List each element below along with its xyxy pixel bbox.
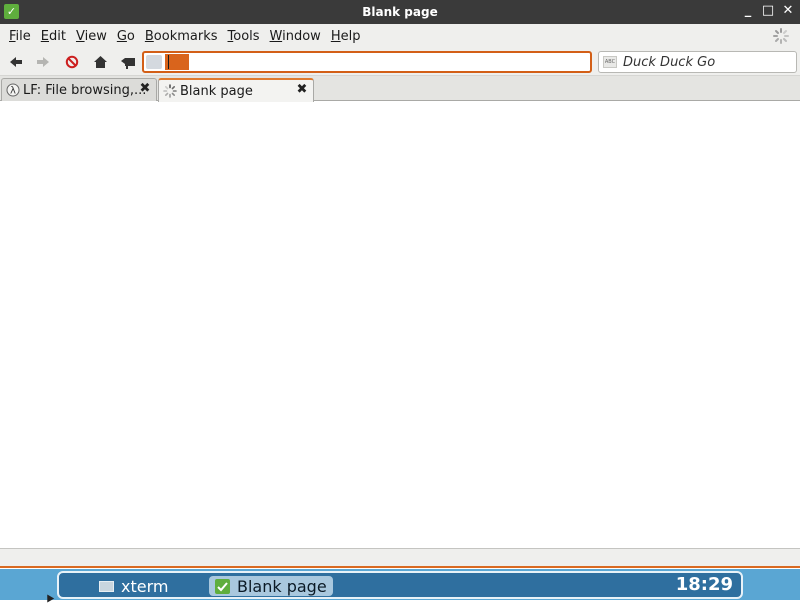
clock[interactable]: 18:29 — [676, 574, 733, 595]
menu-go-mnemonic: G — [116, 28, 127, 44]
status-bar — [0, 548, 800, 568]
menu-bookmarks-label: ookmarks — [153, 28, 218, 44]
bookmark-page-icon — [121, 58, 135, 69]
menu-view-mnemonic: V — [75, 28, 85, 44]
loading-spinner-icon — [163, 84, 177, 98]
menu-help-mnemonic: H — [330, 28, 341, 44]
menu-tools-label: ools — [233, 28, 260, 44]
tab-strip: λ LF: File browsing,... ✖ Blank page ✖ — [0, 76, 800, 102]
app-icon: ✓ — [4, 4, 19, 19]
bookmark-button[interactable] — [117, 52, 139, 72]
taskbar: xterm Blank page 18:29 — [0, 569, 800, 600]
menu-edit-mnemonic: E — [40, 28, 49, 44]
menu-window-mnemonic: W — [269, 28, 283, 44]
search-input[interactable]: ABC Duck Duck Go — [598, 51, 797, 73]
forward-arrow-icon — [37, 57, 49, 67]
menu-bookmarks-mnemonic: B — [144, 28, 154, 44]
stop-button[interactable] — [61, 52, 83, 72]
url-text-selection — [165, 54, 189, 70]
task-xterm[interactable]: xterm — [93, 576, 174, 596]
menu-tools[interactable]: Tools — [223, 29, 265, 44]
menu-help-label: elp — [340, 28, 361, 44]
menu-edit-label: dit — [49, 28, 66, 44]
tab-blank-page[interactable]: Blank page ✖ — [158, 78, 314, 102]
page-content[interactable] — [0, 102, 800, 548]
menu-window[interactable]: Window — [265, 29, 326, 44]
task-label: Blank page — [237, 576, 327, 596]
close-window-icon[interactable]: ✕ — [780, 2, 796, 20]
menu-file[interactable]: File — [4, 29, 36, 44]
menu-go[interactable]: Go — [112, 29, 140, 44]
maximize-icon[interactable]: □ — [760, 2, 776, 20]
menu-view-label: iew — [84, 28, 107, 44]
terminal-icon — [99, 580, 114, 592]
search-engine-icon[interactable]: ABC — [603, 56, 617, 68]
forward-button[interactable] — [32, 52, 54, 72]
menu-view[interactable]: View — [71, 29, 112, 44]
task-label: xterm — [121, 576, 169, 596]
menu-bookmarks[interactable]: Bookmarks — [140, 29, 223, 44]
window-buttons: _ □ ✕ — [740, 2, 796, 20]
close-tab-icon[interactable]: ✖ — [295, 83, 309, 97]
tab-label: Blank page — [180, 83, 253, 99]
menu-window-label: indow — [282, 28, 321, 44]
minimize-icon[interactable]: _ — [740, 2, 756, 20]
menu-bar: File Edit View Go Bookmarks Tools Window… — [0, 24, 800, 48]
search-placeholder: Duck Duck Go — [623, 54, 716, 70]
window-title: Blank page — [362, 5, 438, 19]
window-titlebar[interactable]: ✓ Blank page _ □ ✕ — [0, 0, 800, 24]
back-button[interactable] — [5, 52, 27, 72]
tab-label: LF: File browsing,... — [23, 82, 147, 98]
site-identity-icon[interactable] — [146, 55, 162, 69]
svg-text:λ: λ — [10, 86, 16, 97]
home-icon — [93, 56, 107, 68]
browser-icon — [215, 578, 230, 594]
close-tab-icon[interactable]: ✖ — [138, 82, 152, 96]
task-blank-page[interactable]: Blank page — [209, 576, 333, 596]
menu-file-label: ile — [15, 28, 31, 44]
throbber-icon — [773, 28, 789, 44]
url-input[interactable] — [142, 51, 592, 73]
back-arrow-icon — [10, 57, 22, 67]
home-button[interactable] — [89, 52, 111, 72]
tab-lf-file-browsing[interactable]: λ LF: File browsing,... ✖ — [1, 78, 157, 101]
taskbar-panel: xterm Blank page 18:29 — [57, 571, 743, 599]
stop-icon — [65, 55, 79, 69]
menu-edit[interactable]: Edit — [36, 29, 71, 44]
menu-help[interactable]: Help — [326, 29, 366, 44]
lambda-icon: λ — [6, 83, 20, 97]
menu-go-label: o — [126, 28, 135, 44]
